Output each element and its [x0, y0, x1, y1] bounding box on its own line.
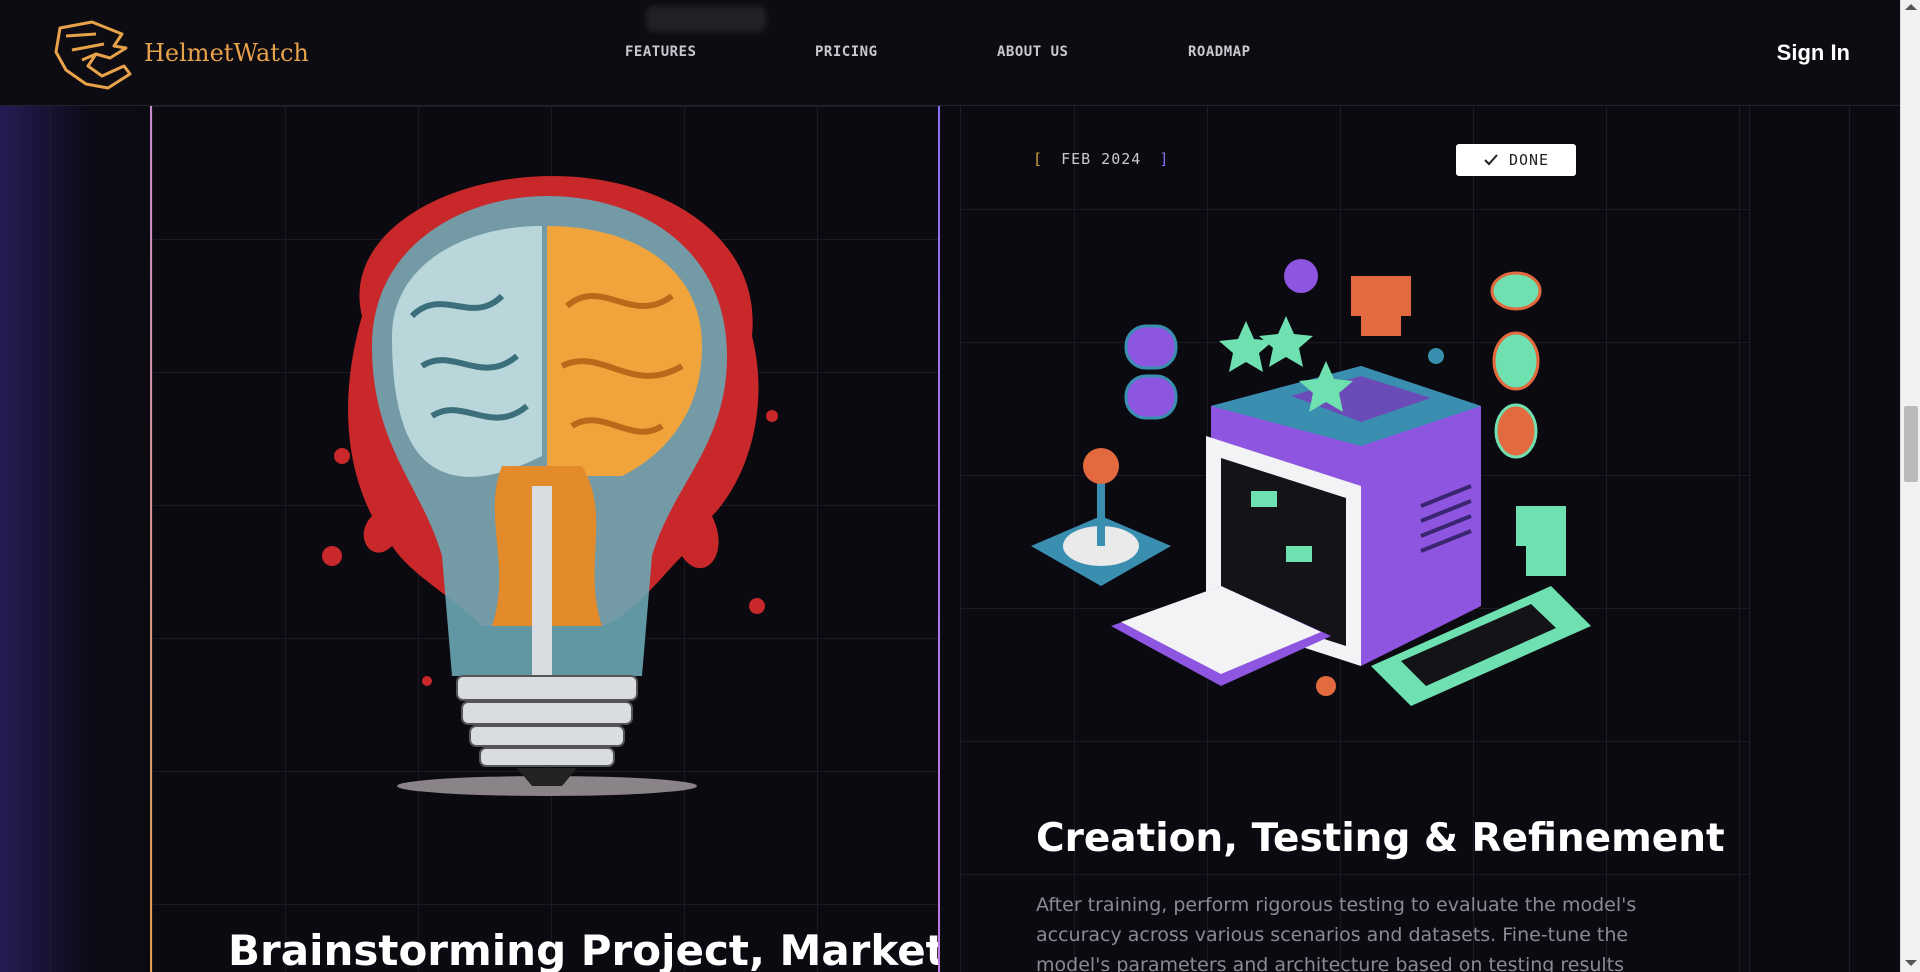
nav-features[interactable]: FEATURES [625, 44, 745, 60]
card-title: Brainstorming Project, Market, [228, 926, 938, 972]
right-guide-line [1849, 106, 1850, 972]
date-label: FEB 2024 [1061, 150, 1142, 168]
brain-lightbulb-illustration [322, 176, 778, 796]
isometric-arcade-computer-illustration [1031, 259, 1591, 706]
nav-about-us[interactable]: ABOUT US [997, 44, 1117, 60]
scroll-thumb[interactable] [1904, 406, 1918, 482]
site-header: HelmetWatch FEATURES PRICING ABOUT US RO… [0, 0, 1900, 106]
left-gradient-glow [0, 106, 150, 972]
card-title: Creation, Testing & Refinement [1036, 816, 1725, 861]
card-description: After training, perform rigorous testing… [1036, 894, 1637, 972]
left-guide-line [50, 106, 51, 972]
status-label: DONE [1508, 151, 1550, 169]
check-icon [1484, 154, 1498, 166]
nav-pricing[interactable]: PRICING [815, 44, 935, 60]
date-tag: [ FEB 2024 ] [1033, 150, 1169, 168]
brand-logo[interactable]: HelmetWatch [52, 14, 309, 92]
sign-in-button[interactable]: Sign In [1777, 40, 1850, 66]
status-badge: DONE [1456, 144, 1576, 176]
date-bracket-open: [ [1033, 150, 1044, 168]
nav-roadmap[interactable]: ROADMAP [1188, 44, 1308, 60]
roadmap-card-creation: [ FEB 2024 ] DONE Creation, Testing & Re… [960, 106, 1750, 972]
card-divider [938, 106, 940, 972]
brand-name: HelmetWatch [144, 39, 309, 67]
roadmap-card-brainstorming: Brainstorming Project, Market, [150, 106, 938, 972]
page-scrollbar[interactable] [1900, 0, 1920, 972]
scroll-up-arrow-icon[interactable] [1905, 4, 1917, 10]
scroll-down-arrow-icon[interactable] [1905, 960, 1917, 966]
helmet-logo-icon [54, 20, 132, 90]
date-bracket-close: ] [1159, 150, 1170, 168]
blurred-pill [646, 6, 766, 32]
